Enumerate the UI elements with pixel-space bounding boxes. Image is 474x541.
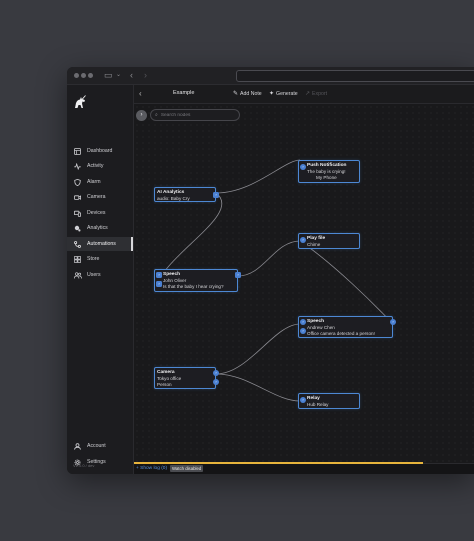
chevron-down-icon[interactable]: ⌄ — [116, 70, 121, 81]
progress-bar — [134, 462, 423, 464]
sidebar-item-label: Analytics — [87, 225, 108, 231]
sidebar-item-store[interactable]: Store — [67, 252, 133, 266]
sidebar-item-label: Users — [87, 272, 101, 278]
nav-forward-icon[interactable]: › — [144, 70, 147, 81]
node-detail: My Phone — [316, 174, 337, 180]
back-icon[interactable]: ‹ — [139, 89, 142, 98]
activity-icon — [73, 162, 82, 171]
output-port-icon[interactable]: › — [213, 370, 219, 376]
title-bar: ▭ ⌄ ‹ › — [67, 67, 474, 85]
flow-canvas[interactable]: › ⌕ AI Analytics audio: Baby Cry › — [134, 104, 474, 464]
export-button[interactable]: ↗ Export — [305, 90, 328, 98]
devices-icon — [73, 209, 82, 218]
dashboard-icon — [73, 147, 82, 156]
automations-icon — [73, 240, 82, 249]
export-label: Export — [312, 90, 328, 97]
node-detail: Is that the baby I hear crying? — [163, 283, 224, 289]
show-log-link[interactable]: + Show log (0) — [136, 466, 167, 471]
node-detail: Office camera detected a person! — [307, 330, 375, 336]
sidebar-item-label: Alarm — [87, 179, 101, 185]
show-log-label: Show log (0) — [140, 466, 168, 471]
node-play-file[interactable]: › Play file Chime — [298, 233, 360, 249]
sidebar-item-activity[interactable]: Activity — [67, 159, 133, 173]
add-note-label: Add Note — [240, 90, 262, 97]
analytics-icon — [73, 224, 82, 233]
sidebar-item-label: Account — [87, 443, 106, 449]
sidebar-item-label: Camera — [87, 194, 106, 200]
edge-ai-analytics-to-push — [215, 159, 301, 194]
nav-back-icon[interactable]: ‹ — [130, 70, 133, 81]
sidebar-toggle-icon[interactable]: ▭ — [104, 70, 113, 81]
main-panel: ‹ Example ✎ Add Note ✦ Generate ↗ Export… — [134, 85, 474, 474]
node-detail: Hub Relay — [307, 402, 329, 407]
sidebar-item-label: Devices — [87, 210, 106, 216]
camera-icon — [73, 193, 82, 202]
window-close-button[interactable] — [74, 73, 79, 78]
node-detail: Chime — [307, 242, 321, 247]
sidebar: Dashboard Activity Alarm Camera Devices — [67, 85, 134, 474]
address-bar[interactable] — [236, 70, 474, 82]
window-zoom-button[interactable] — [88, 73, 93, 78]
node-detail: audio: Baby Cry — [157, 196, 190, 201]
status-footer: + Show log (0) Watch disabled — [134, 462, 474, 474]
edge-camera-to-relay — [215, 373, 301, 402]
input-port-icon[interactable]: › — [300, 328, 306, 334]
watch-status-badge[interactable]: Watch disabled — [170, 465, 204, 472]
edge-play-file-to-speech2 — [299, 240, 394, 325]
window-minimize-button[interactable] — [81, 73, 86, 78]
edge-camera-to-speech2 — [215, 323, 301, 375]
sidebar-item-label: Store — [87, 256, 100, 262]
sidebar-item-devices[interactable]: Devices — [67, 206, 133, 220]
sidebar-item-analytics[interactable]: Analytics — [67, 221, 133, 235]
sidebar-item-camera[interactable]: Camera — [67, 190, 133, 204]
input-port-icon[interactable]: › — [156, 272, 162, 278]
export-icon: ↗ — [305, 91, 311, 97]
editor-toolbar: ‹ Example ✎ Add Note ✦ Generate ↗ Export — [134, 85, 474, 104]
output-port-icon[interactable]: › — [213, 192, 219, 198]
input-port-icon[interactable]: › — [300, 164, 306, 170]
sidebar-item-automations[interactable]: Automations — [67, 237, 133, 251]
node-detail: Person — [157, 381, 172, 387]
input-port-icon[interactable]: › — [300, 237, 306, 243]
node-push-notification[interactable]: › Push Notification The baby is crying! … — [298, 160, 360, 183]
users-icon — [73, 271, 82, 280]
sidebar-item-alarm[interactable]: Alarm — [67, 175, 133, 189]
node-speech-andrew[interactable]: › › › Speech Andrew Chen Office camera d… — [298, 316, 396, 338]
node-speech-john[interactable]: › › › Speech John Oliver Is that the bab… — [154, 269, 241, 292]
sidebar-item-account[interactable]: Account — [67, 439, 133, 453]
node-relay[interactable]: › Relay Hub Relay — [298, 393, 360, 409]
sidebar-item-dashboard[interactable]: Dashboard — [67, 144, 133, 158]
sparkle-icon: ✦ — [269, 91, 275, 97]
input-port-icon[interactable]: › — [300, 319, 306, 325]
input-port-icon[interactable]: › — [300, 397, 306, 403]
generate-label: Generate — [276, 90, 298, 97]
add-note-button[interactable]: ✎ Add Note — [233, 90, 262, 98]
shield-icon — [73, 178, 82, 187]
node-camera[interactable]: › › Camera Tokyo office Person — [154, 367, 219, 389]
unicorn-logo-icon — [75, 95, 86, 108]
output-port-icon[interactable]: › — [390, 319, 396, 325]
app-window: ▭ ⌄ ‹ › Dashboard Activity Alarm Camera … — [67, 67, 474, 474]
output-port-icon[interactable]: › — [213, 379, 219, 385]
generate-button[interactable]: ✦ Generate — [269, 90, 298, 98]
sidebar-item-users[interactable]: Users — [67, 268, 133, 282]
input-port-icon[interactable]: › — [156, 281, 162, 287]
account-icon — [73, 442, 82, 451]
page-title: Example — [173, 90, 195, 96]
output-port-icon[interactable]: › — [235, 272, 241, 278]
sidebar-item-label: Dashboard — [87, 148, 113, 154]
sidebar-item-label: Activity — [87, 163, 104, 169]
version-label: V1.0.0 / dev — [73, 463, 95, 468]
edge-speech-to-play-file — [237, 240, 301, 277]
node-ai-analytics[interactable]: AI Analytics audio: Baby Cry › — [154, 187, 219, 202]
sidebar-item-label: Automations — [87, 241, 116, 247]
store-icon — [73, 255, 82, 264]
note-icon: ✎ — [233, 91, 239, 97]
